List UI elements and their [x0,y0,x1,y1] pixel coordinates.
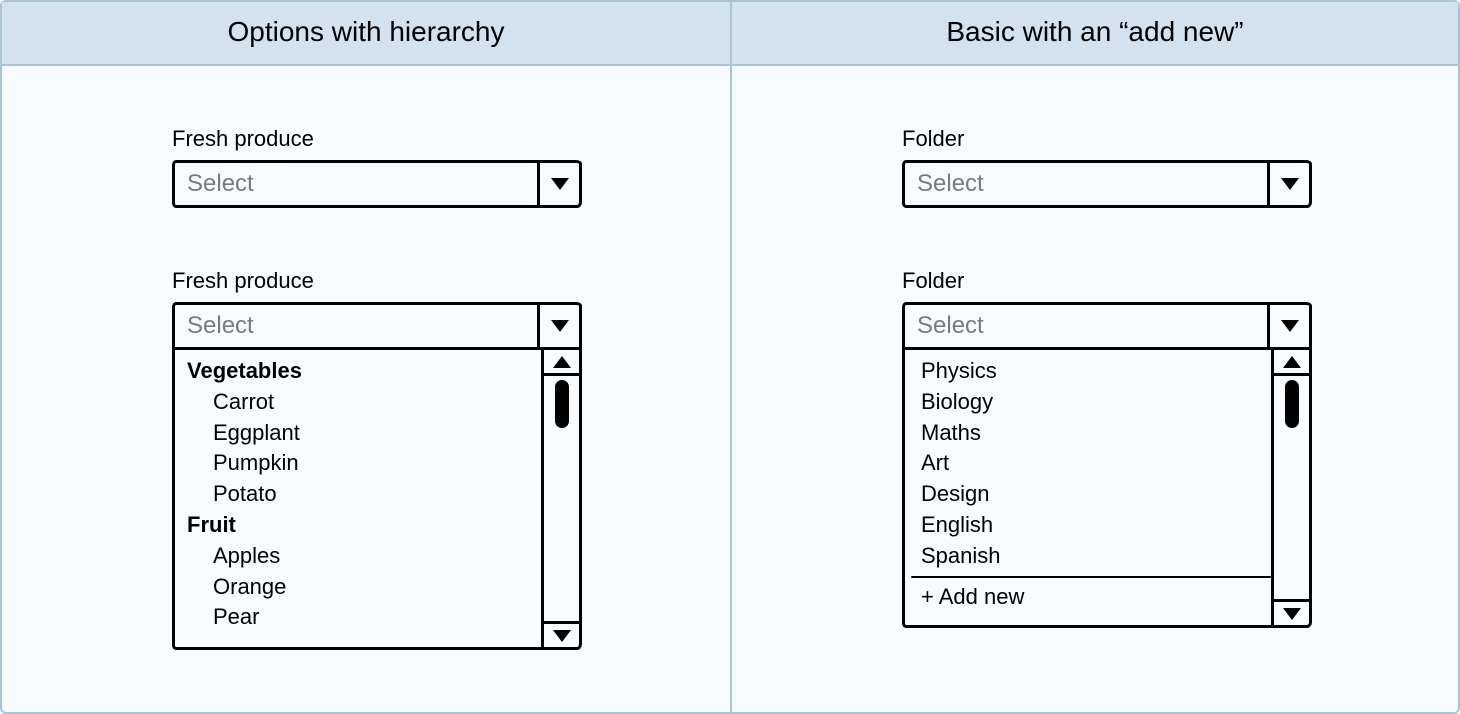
option-eggplant[interactable]: Eggplant [185,418,541,449]
chevron-down-icon [537,163,579,205]
scroll-track[interactable] [544,376,579,621]
select-placeholder: Select [905,305,1267,347]
column-title-add-new: Basic with an “add new” [732,2,1458,66]
scrollbar[interactable] [1271,350,1309,625]
select-placeholder: Select [175,305,537,347]
select-folder-open[interactable]: Select [902,302,1312,350]
option-art[interactable]: Art [915,448,1271,479]
field-fresh-produce-closed: Fresh produce Select [172,126,730,208]
option-pumpkin[interactable]: Pumpkin [185,448,541,479]
divider [911,576,1271,578]
scroll-track[interactable] [1274,376,1309,599]
option-carrot[interactable]: Carrot [185,387,541,418]
option-group-vegetables: Vegetables [185,356,541,387]
dropdown-list-hierarchy: Vegetables Carrot Eggplant Pumpkin Potat… [172,350,582,650]
scroll-up-icon[interactable] [1274,350,1309,376]
label-folder: Folder [902,268,1458,294]
label-folder: Folder [902,126,1458,152]
chevron-down-icon [1267,163,1309,205]
select-fresh-produce-open[interactable]: Select [172,302,582,350]
option-physics[interactable]: Physics [915,356,1271,387]
field-folder-closed: Folder Select [902,126,1458,208]
select-placeholder: Select [175,163,537,205]
dropdown-list-folder: Physics Biology Maths Art Design English… [902,350,1312,628]
add-new-option[interactable]: + Add new [915,580,1271,615]
option-pear[interactable]: Pear [185,602,541,633]
label-fresh-produce: Fresh produce [172,126,730,152]
scroll-down-icon[interactable] [1274,599,1309,625]
scrollbar[interactable] [541,350,579,647]
option-group-fruit: Fruit [185,510,541,541]
option-apples[interactable]: Apples [185,541,541,572]
layout-grid: Options with hierarchy Fresh produce Sel… [0,0,1460,714]
option-orange[interactable]: Orange [185,572,541,603]
label-fresh-produce: Fresh produce [172,268,730,294]
field-fresh-produce-open: Fresh produce Select Vegetables Carrot E… [172,268,730,650]
option-biology[interactable]: Biology [915,387,1271,418]
option-spanish[interactable]: Spanish [915,541,1271,572]
scroll-thumb[interactable] [555,380,569,428]
option-maths[interactable]: Maths [915,418,1271,449]
column-title-hierarchy: Options with hierarchy [2,2,730,66]
column-hierarchy: Options with hierarchy Fresh produce Sel… [2,2,730,712]
select-placeholder: Select [905,163,1267,205]
select-fresh-produce[interactable]: Select [172,160,582,208]
chevron-down-icon [1267,305,1309,347]
scroll-thumb[interactable] [1285,380,1299,428]
option-english[interactable]: English [915,510,1271,541]
scroll-down-icon[interactable] [544,621,579,647]
field-folder-open: Folder Select Physics Biology Maths Art … [902,268,1458,628]
option-design[interactable]: Design [915,479,1271,510]
select-folder[interactable]: Select [902,160,1312,208]
column-add-new: Basic with an “add new” Folder Select Fo… [730,2,1458,712]
option-potato[interactable]: Potato [185,479,541,510]
chevron-down-icon [537,305,579,347]
scroll-up-icon[interactable] [544,350,579,376]
